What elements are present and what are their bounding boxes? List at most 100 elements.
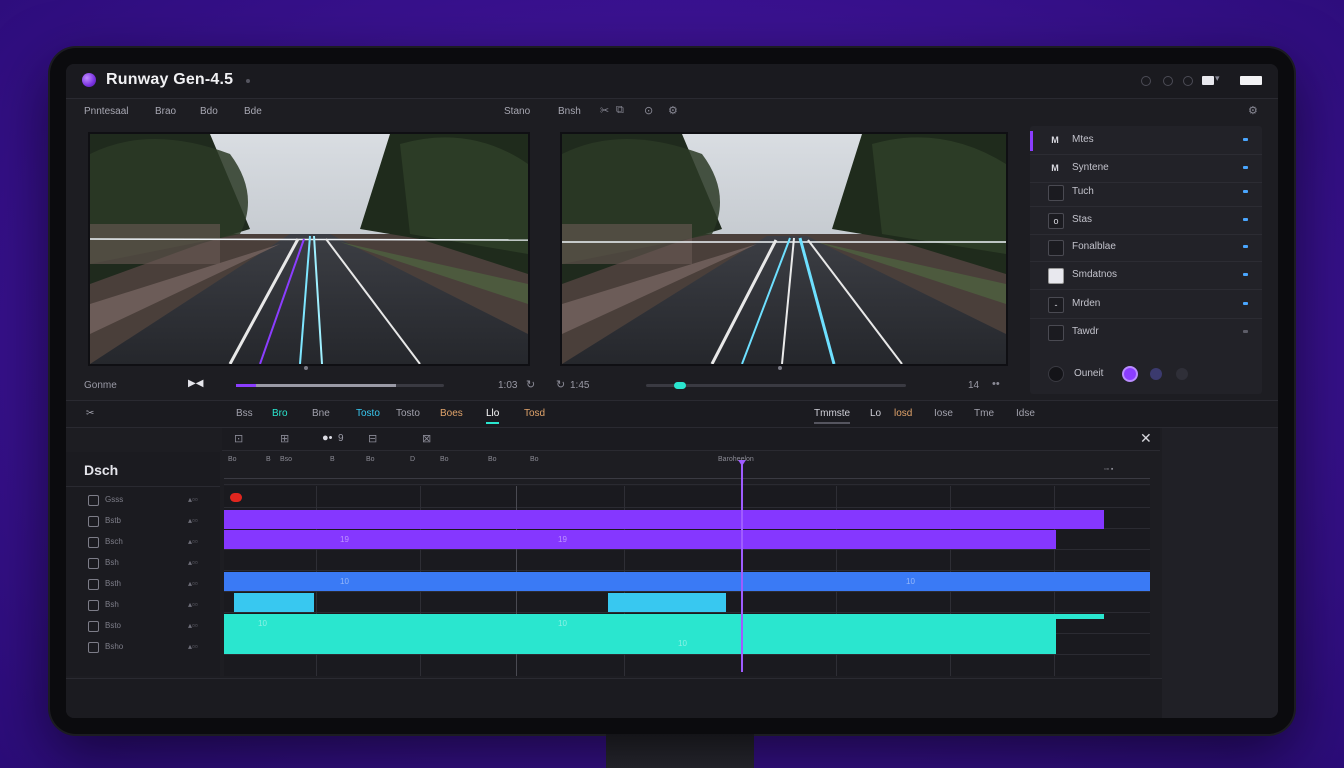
layer-tools-icon[interactable]: ▴▫▫ xyxy=(188,642,198,651)
record-icon[interactable] xyxy=(230,493,242,502)
layer-checkbox[interactable] xyxy=(88,642,99,653)
layer-checkbox[interactable] xyxy=(88,558,99,569)
menu-item[interactable]: Brao xyxy=(155,106,176,117)
tab[interactable]: Tmmste xyxy=(814,408,851,424)
panel-item[interactable]: Tawdr xyxy=(1030,318,1262,346)
clip-blue[interactable]: 10 10 xyxy=(224,572,1150,591)
panel-item-checkbox[interactable]: o xyxy=(1048,213,1064,229)
tab[interactable]: Bne xyxy=(312,408,330,419)
tab[interactable]: Tosto xyxy=(356,408,380,419)
menu-item[interactable]: Bdo xyxy=(200,106,218,117)
layer-row[interactable]: Bsh ▴▫▫ xyxy=(88,555,218,573)
layer-checkbox[interactable] xyxy=(88,621,99,632)
tab[interactable]: Tosd xyxy=(524,408,545,419)
layer-checkbox[interactable] xyxy=(88,600,99,611)
window-close-icon[interactable] xyxy=(1240,76,1262,85)
panel-item-checkbox[interactable] xyxy=(1048,240,1064,256)
clip-purple[interactable] xyxy=(224,510,1104,529)
layer-row[interactable]: Bsth ▴▫▫ xyxy=(88,576,218,594)
search-icon[interactable]: ⊙ xyxy=(644,104,653,117)
panel-item[interactable]: - Mrden xyxy=(1030,290,1262,319)
scissors-icon[interactable]: ✂ xyxy=(600,104,609,117)
window-ctl-icon[interactable] xyxy=(1141,76,1151,86)
chevron-icon xyxy=(1243,245,1248,248)
output-toggle-icon[interactable] xyxy=(1048,366,1064,382)
layer-tools-icon[interactable]: ▴▫▫ xyxy=(188,579,198,588)
tab[interactable]: losd xyxy=(894,408,912,419)
panel-item[interactable]: Tuch xyxy=(1030,178,1262,207)
menu-item[interactable]: Stano xyxy=(504,106,530,117)
layer-row[interactable]: Bsto ▴▫▫ xyxy=(88,618,218,636)
clip-label: 10 xyxy=(558,619,567,628)
split-icon[interactable]: ⊞ xyxy=(280,432,289,445)
panel-item-checkbox[interactable] xyxy=(1048,185,1064,201)
window-maximize-icon[interactable] xyxy=(1202,76,1214,85)
color-swatch[interactable] xyxy=(1176,368,1188,380)
panel-item[interactable]: M Mtes xyxy=(1030,126,1262,155)
layers-icon[interactable]: ⧉ xyxy=(616,104,624,117)
more-icon[interactable]: •• xyxy=(992,378,1000,390)
tab[interactable]: Boes xyxy=(440,408,463,419)
layer-tools-icon[interactable]: ▴▫▫ xyxy=(188,558,198,567)
panel-item[interactable]: Smdatnos xyxy=(1030,261,1262,290)
tab[interactable]: Tme xyxy=(974,408,994,419)
layer-checkbox[interactable] xyxy=(88,516,99,527)
color-swatch[interactable] xyxy=(1150,368,1162,380)
clip-purple[interactable]: 19 19 xyxy=(224,530,1056,549)
menu-item[interactable]: Bde xyxy=(244,106,262,117)
panel-item-checkbox[interactable]: - xyxy=(1048,297,1064,313)
refresh-icon[interactable]: ↻ xyxy=(526,378,535,391)
layer-checkbox[interactable] xyxy=(88,537,99,548)
layer-tools-icon[interactable]: ▴▫▫ xyxy=(188,621,198,630)
tab[interactable]: Bro xyxy=(272,408,288,419)
layer-row[interactable]: Bstb ▴▫▫ xyxy=(88,513,218,531)
panel-item[interactable]: Fonalblae xyxy=(1030,233,1262,262)
tab[interactable]: Bss xyxy=(236,408,253,419)
clip-teal[interactable]: 10 10 10 xyxy=(224,614,1056,654)
tab-active[interactable]: Llo xyxy=(486,408,500,424)
layer-row[interactable]: Bsho ▴▫▫ xyxy=(88,639,218,657)
layer-tools-icon[interactable]: ▴▫▫ xyxy=(188,495,198,504)
play-icon[interactable]: ▶◀ xyxy=(188,378,203,389)
scissors-icon[interactable]: ✂ xyxy=(86,408,94,419)
layer-row[interactable]: Bsh ▴▫▫ xyxy=(88,597,218,615)
marker-icon[interactable]: ●• xyxy=(322,432,333,444)
output-preview[interactable] xyxy=(560,132,1008,366)
menu-item[interactable]: Bnsh xyxy=(558,106,581,117)
right-scrubber-handle[interactable] xyxy=(674,382,686,389)
clip-cyan[interactable] xyxy=(608,593,726,612)
loop-icon[interactable]: ↻ xyxy=(556,378,565,391)
window-ctl-icon[interactable] xyxy=(1183,76,1193,86)
layer-tools-icon[interactable]: ▴▫▫ xyxy=(188,600,198,609)
chevron-down-icon[interactable]: ▾ xyxy=(1215,73,1220,84)
layer-row[interactable]: Gsss ▴▫▫ xyxy=(88,492,218,510)
tracks-area[interactable]: 19 19 10 10 10 10 10 xyxy=(224,486,1150,676)
zoom-icon[interactable]: ▫▫ ▪ xyxy=(1104,466,1113,473)
source-preview[interactable] xyxy=(88,132,530,366)
tab[interactable]: Lo xyxy=(870,408,881,419)
tab[interactable]: Tosto xyxy=(396,408,420,419)
output-label: Ouneit xyxy=(1074,368,1104,379)
panel-item[interactable]: o Stas xyxy=(1030,206,1262,235)
layer-checkbox[interactable] xyxy=(88,579,99,590)
settings-icon[interactable]: ⚙ xyxy=(668,104,678,117)
layer-checkbox[interactable] xyxy=(88,495,99,506)
panel-item-checkbox[interactable] xyxy=(1048,325,1064,341)
settings-icon[interactable]: ⚙ xyxy=(1248,104,1258,117)
tab[interactable]: Iose xyxy=(934,408,953,419)
layer-tools-icon[interactable]: ▴▫▫ xyxy=(188,537,198,546)
trim-icon[interactable]: ⊡ xyxy=(234,432,243,445)
layer-tools-icon[interactable]: ▴▫▫ xyxy=(188,516,198,525)
color-swatch[interactable] xyxy=(1124,368,1136,380)
lock-icon[interactable]: ⊟ xyxy=(368,432,377,445)
close-icon[interactable]: ✕ xyxy=(1140,430,1152,447)
layer-row[interactable]: Bsch ▴▫▫ xyxy=(88,534,218,552)
time-ruler[interactable]: Bo B Bso B Bo D Bo Bo Bo Baroheelon ▫▫ ▪ xyxy=(224,452,1150,485)
lock-icon[interactable]: ⊠ xyxy=(422,432,431,445)
playhead[interactable] xyxy=(741,464,743,672)
menu-item[interactable]: Pnntesaal xyxy=(84,106,128,117)
clip-cyan[interactable] xyxy=(234,593,314,612)
panel-item-checkbox[interactable] xyxy=(1048,268,1064,284)
window-ctl-icon[interactable] xyxy=(1163,76,1173,86)
tab[interactable]: Idse xyxy=(1016,408,1035,419)
